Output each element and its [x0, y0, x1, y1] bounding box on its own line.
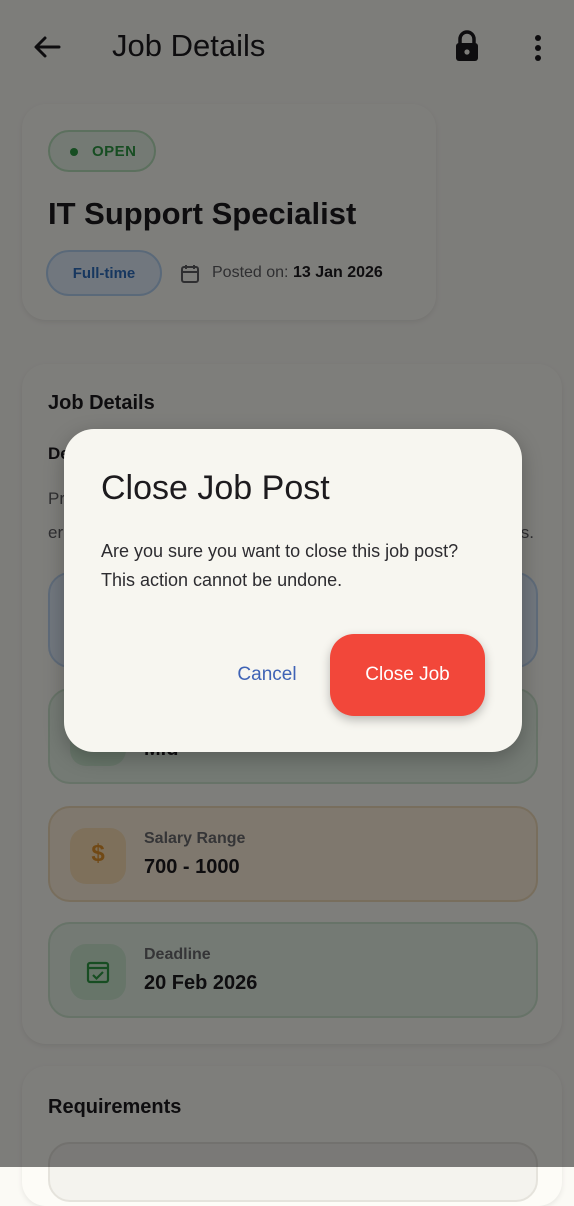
close-job-button[interactable]: Close Job — [330, 634, 485, 716]
cancel-button[interactable]: Cancel — [214, 651, 320, 699]
dialog-message: Are you sure you want to close this job … — [101, 541, 459, 590]
dialog-title: Close Job Post — [101, 469, 330, 507]
close-job-dialog: Close Job Post Are you sure you want to … — [64, 429, 522, 752]
